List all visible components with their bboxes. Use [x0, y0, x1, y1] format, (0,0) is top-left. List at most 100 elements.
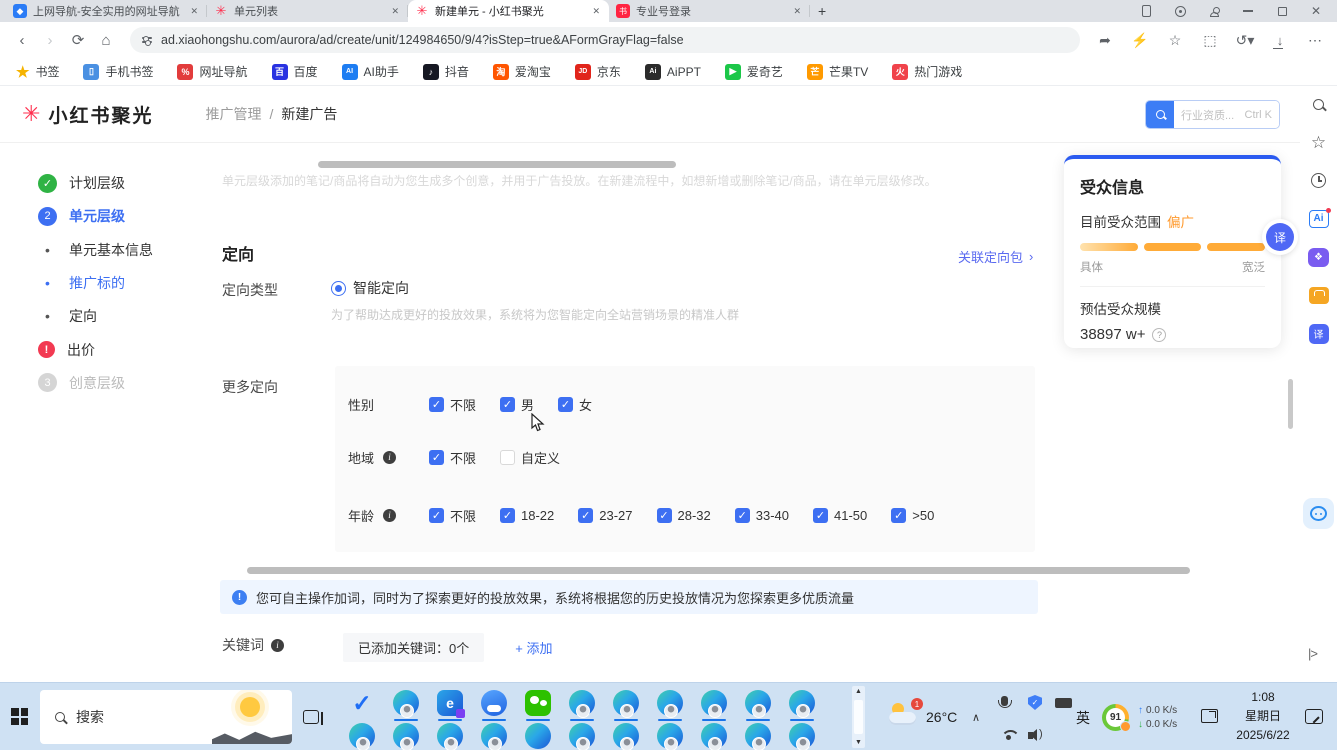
sidebar-item[interactable]: 3创意层级 [38, 373, 125, 393]
checkbox-checked-icon[interactable]: ✓ [500, 508, 515, 523]
taskbar-app-icon[interactable] [516, 688, 560, 718]
taskbar-app-icon[interactable] [384, 688, 428, 718]
scroll-down-icon[interactable]: ▼ [852, 739, 865, 746]
sidebar-collapse-icon[interactable]: |> [1308, 646, 1317, 661]
taskbar-app-icon[interactable] [604, 688, 648, 718]
sidebar-search-icon[interactable] [1308, 94, 1329, 115]
add-keyword-button[interactable]: + 添加 [515, 638, 552, 657]
profile-icon[interactable] [1207, 4, 1221, 18]
device-link-icon[interactable] [1139, 4, 1153, 18]
taskbar-search[interactable]: 搜索 [40, 690, 292, 744]
bookmark-item[interactable]: ▶爱奇艺 [725, 63, 783, 80]
weather-highlight-image[interactable] [212, 690, 292, 744]
sidebar-item[interactable]: 2单元层级 [38, 206, 125, 226]
browser-hub-icon[interactable] [1173, 4, 1187, 18]
checkbox-option[interactable]: ✓18-22 [500, 506, 554, 525]
sidebar-copilot-icon[interactable]: Ai [1308, 208, 1329, 229]
bookmark-item[interactable]: 火热门游戏 [892, 63, 962, 80]
speaker-icon[interactable] [1028, 732, 1033, 739]
menu-icon[interactable]: ⋯ [1306, 31, 1324, 49]
checkbox-option[interactable]: ✓女 [558, 395, 592, 414]
input-language-indicator[interactable]: 英 [1076, 708, 1090, 728]
smart-targeting-radio[interactable]: 智能定向 [331, 278, 409, 298]
taskbar-app-icon[interactable] [648, 688, 692, 718]
bookmark-item[interactable]: ★书签 [16, 63, 59, 80]
checkbox-option[interactable]: 自定义 [500, 448, 560, 467]
bookmark-item[interactable]: %网址导航 [177, 63, 247, 80]
tray-expand-icon[interactable]: ∧ [972, 711, 980, 724]
taskbar-app-icon[interactable] [472, 721, 516, 750]
downloads-icon[interactable]: ↓ [1271, 31, 1289, 49]
info-icon[interactable]: i [383, 509, 396, 522]
checkbox-checked-icon[interactable]: ✓ [558, 397, 573, 412]
checkbox-checked-icon[interactable]: ✓ [813, 508, 828, 523]
sidebar-item[interactable]: !出价 [38, 340, 95, 360]
microphone-icon[interactable] [1001, 696, 1008, 706]
sidebar-history-icon[interactable] [1308, 170, 1329, 191]
taskbar-clock[interactable]: 1:08 星期日 2025/6/22 [1226, 688, 1300, 745]
tab-close-icon[interactable]: ✕ [389, 6, 401, 17]
checkbox-checked-icon[interactable]: ✓ [657, 508, 672, 523]
horizontal-scrollbar-top[interactable] [318, 161, 676, 168]
taskbar-app-icon[interactable]: ✓ [340, 688, 384, 718]
taskbar-app-icon[interactable] [780, 721, 824, 750]
taskbar-app-icon[interactable] [692, 721, 736, 750]
tab-close-icon[interactable]: ✕ [791, 6, 803, 17]
taskbar-app-icon[interactable] [736, 688, 780, 718]
checkbox-checked-icon[interactable]: ✓ [500, 397, 515, 412]
checkbox-option[interactable]: ✓不限 [429, 395, 476, 414]
taskbar-app-icon[interactable] [560, 721, 604, 750]
taskbar-app-icon[interactable] [604, 721, 648, 750]
scroll-thumb[interactable] [854, 700, 863, 734]
question-icon[interactable]: ? [1152, 328, 1166, 342]
url-bar[interactable]: ad.xiaohongshu.com/aurora/ad/create/unit… [130, 27, 1080, 53]
taskbar-app-icon[interactable] [736, 721, 780, 750]
weather-icon[interactable]: 1 [889, 703, 919, 725]
taskbar-app-icon[interactable] [780, 688, 824, 718]
taskbar-app-icon[interactable] [472, 688, 516, 718]
checkbox-checked-icon[interactable]: ✓ [735, 508, 750, 523]
taskbar-app-icon[interactable] [560, 688, 604, 718]
sidebar-item[interactable]: •定向 [38, 306, 97, 326]
sidebar-item[interactable]: ✓计划层级 [38, 173, 125, 193]
flash-icon[interactable]: ⚡ [1131, 31, 1149, 49]
bookmark-item[interactable]: AIAI助手 [342, 63, 399, 80]
search-icon[interactable] [1146, 101, 1174, 128]
checkbox-checked-icon[interactable]: ✓ [891, 508, 906, 523]
browser-tab[interactable]: ✳新建单元 - 小红书聚光✕ [408, 0, 609, 22]
new-tab-button[interactable]: + [818, 3, 826, 19]
bookmark-star-icon[interactable]: ☆ [1166, 31, 1184, 49]
checkbox-option[interactable]: ✓33-40 [735, 506, 789, 525]
home-button[interactable]: ⌂ [92, 27, 120, 53]
taskbar-app-icon[interactable] [340, 721, 384, 750]
bookmark-item[interactable]: 芒芒果TV [807, 63, 868, 80]
horizontal-scrollbar-bottom[interactable] [247, 567, 1190, 574]
radio-selected-icon[interactable] [331, 281, 346, 296]
restore-tab-icon[interactable]: ↺▾ [1236, 31, 1254, 49]
sidebar-games-icon[interactable]: ❖ [1308, 247, 1329, 268]
reload-button[interactable]: ⟳ [64, 27, 92, 53]
forward-button[interactable]: › [36, 27, 64, 53]
browser-tab[interactable]: ◆上网导航-安全实用的网址导航✕ [6, 0, 207, 22]
bookmark-item[interactable]: ▯手机书签 [83, 63, 153, 80]
taskbar-app-icon[interactable] [428, 721, 472, 750]
tab-close-icon[interactable]: ✕ [188, 6, 200, 17]
bookmark-item[interactable]: 淘爱淘宝 [493, 63, 551, 80]
sidebar-item[interactable]: •推广标的 [38, 273, 125, 293]
checkbox-option[interactable]: ✓不限 [429, 506, 476, 525]
bookmark-item[interactable]: AiAiPPT [645, 64, 701, 80]
checkbox-option[interactable]: ✓41-50 [813, 506, 867, 525]
vertical-scrollbar[interactable] [1288, 379, 1293, 429]
sidebar-chat-icon[interactable] [1303, 498, 1334, 529]
taskbar-app-icon[interactable] [516, 721, 560, 750]
checkbox-option[interactable]: ✓28-32 [657, 506, 711, 525]
bookmark-item[interactable]: 百百度 [272, 63, 318, 80]
browser-tab[interactable]: ✳单元列表✕ [207, 0, 408, 22]
checkbox-checked-icon[interactable]: ✓ [429, 450, 444, 465]
tab-close-icon[interactable]: ✕ [590, 6, 602, 17]
checkbox-option[interactable]: ✓>50 [891, 506, 934, 525]
bookmark-item[interactable]: ♪抖音 [423, 63, 469, 80]
checkbox-checked-icon[interactable]: ✓ [578, 508, 593, 523]
extensions-icon[interactable]: ⬚ [1201, 31, 1219, 49]
site-controls-icon[interactable] [142, 37, 152, 43]
